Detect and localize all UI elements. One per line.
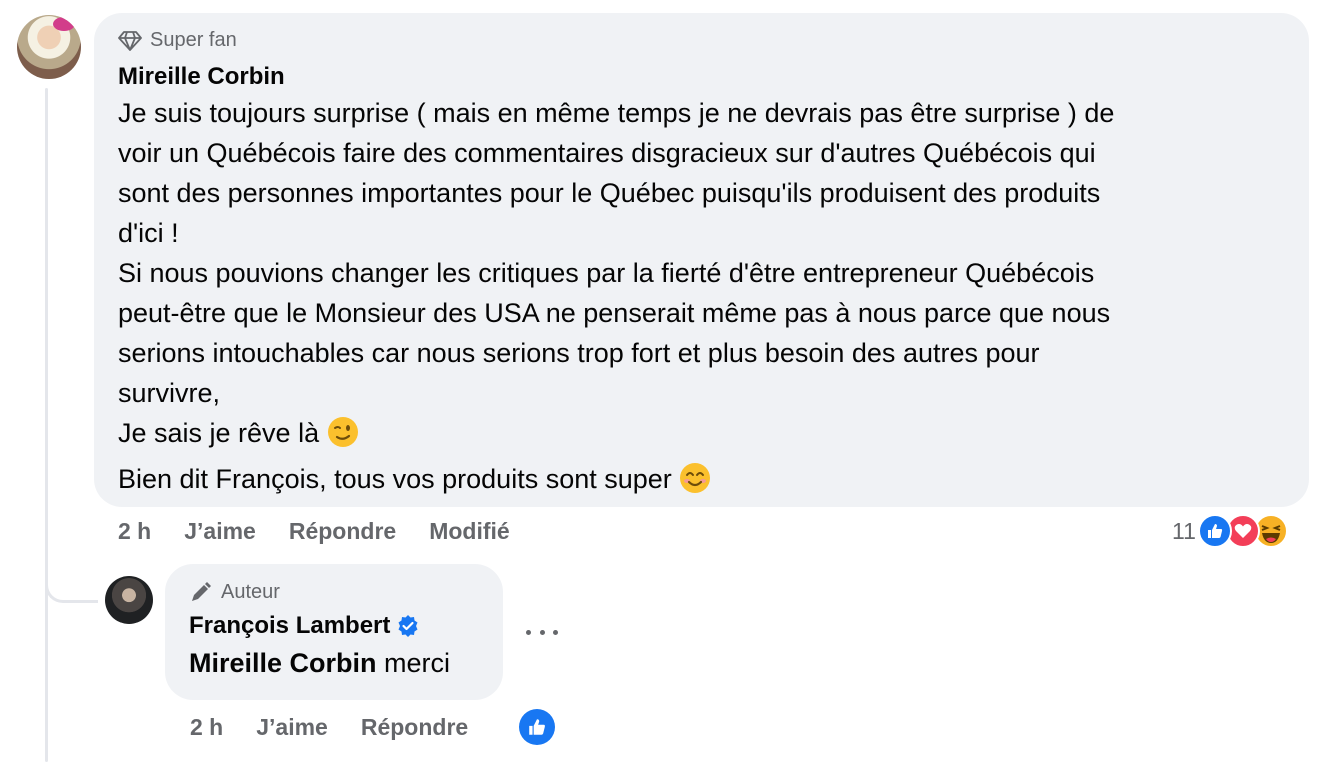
thread-connector-elbow (45, 540, 98, 603)
reply-author-name[interactable]: François Lambert (189, 612, 390, 640)
reply-author[interactable]: François Lambert (189, 612, 420, 640)
comment-line: survivre, (118, 378, 221, 408)
like-button[interactable]: J’aime (256, 714, 328, 741)
comment-line-with-emoji: Je sais je rêve là (118, 413, 1283, 459)
like-button[interactable]: J’aime (184, 518, 256, 545)
comment-line-with-emoji: Bien dit François, tous vos produits son… (118, 459, 1283, 505)
reaction-summary[interactable]: 11 (1172, 514, 1288, 548)
comment-line: voir un Québécois faire des commentaires… (118, 138, 1096, 168)
more-dot (553, 629, 558, 635)
like-reaction-icon (1197, 514, 1232, 548)
comment-actions: 2 h J’aime Répondre Modifié (118, 518, 543, 545)
comment-line: d'ici ! (118, 218, 179, 248)
super-fan-badge[interactable]: Super fan (118, 29, 237, 52)
avatar[interactable] (17, 15, 81, 79)
reply-avatar[interactable] (105, 576, 153, 624)
reply-message: merci (384, 648, 451, 678)
comment-line: peut-être que le Monsieur des USA ne pen… (118, 298, 1111, 328)
comment-timestamp[interactable]: 2 h (118, 518, 151, 545)
edited-label[interactable]: Modifié (429, 518, 510, 545)
mention-link[interactable]: Mireille Corbin (189, 648, 377, 678)
comment-line: Bien dit François, tous vos produits son… (118, 464, 672, 494)
reply-timestamp[interactable]: 2 h (190, 714, 223, 741)
reaction-count: 11 (1172, 517, 1196, 544)
badge-label: Super fan (150, 29, 237, 51)
pen-icon (192, 582, 211, 601)
comment-line: sont des personnes importantes pour le Q… (118, 178, 1101, 208)
smile-emoji-icon (679, 462, 711, 505)
badge-label: Auteur (221, 580, 280, 603)
verified-badge-icon (398, 615, 418, 637)
reply-button[interactable]: Répondre (361, 714, 468, 741)
comment-author[interactable]: Mireille Corbin (118, 63, 285, 91)
diamond-icon (118, 30, 142, 51)
more-dot (539, 629, 545, 635)
wink-emoji-icon (327, 416, 359, 459)
like-reaction-icon[interactable] (519, 709, 555, 745)
comment-line: serions intouchables car nous serions tr… (118, 338, 1040, 368)
comment-line: Je suis toujours surprise ( mais en même… (118, 98, 1115, 128)
comment-line: Je sais je rêve là (118, 418, 320, 448)
more-options-button[interactable] (526, 620, 558, 644)
reply-bubble: Auteur François Lambert Mireille Corbin … (165, 564, 503, 700)
author-badge[interactable]: Auteur (189, 580, 280, 604)
reply-actions: 2 h J’aime Répondre (190, 714, 501, 741)
reply-button[interactable]: Répondre (289, 518, 396, 545)
comment-bubble: Super fan Mireille Corbin Je suis toujou… (94, 13, 1309, 507)
thread-connector-line (45, 88, 48, 762)
more-dot (526, 629, 531, 635)
comment-line: Si nous pouvions changer les critiques p… (118, 258, 1095, 288)
reply-text: Mireille Corbin merci (189, 648, 450, 679)
comment-text: Je suis toujours surprise ( mais en même… (118, 93, 1283, 505)
